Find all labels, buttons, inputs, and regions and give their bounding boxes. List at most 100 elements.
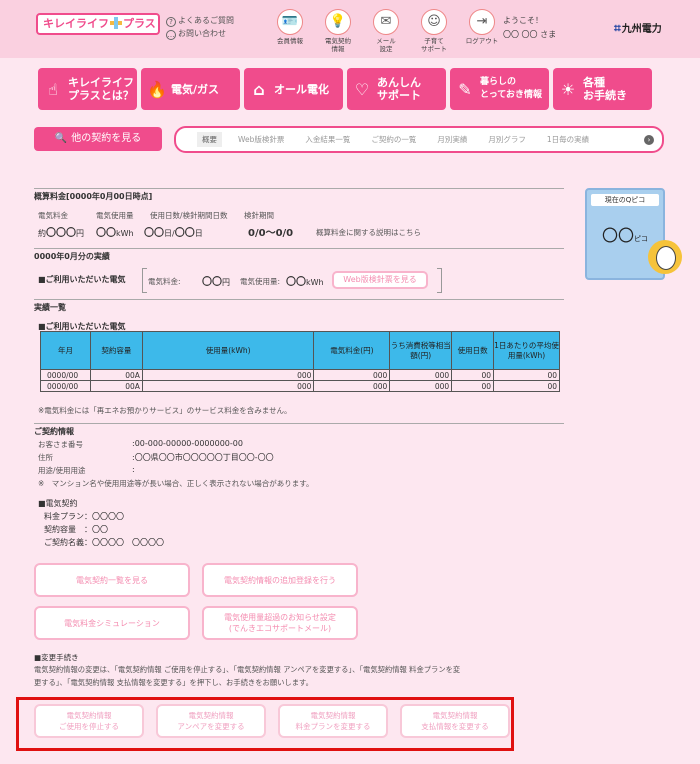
other-contracts-button[interactable]: 🔍 他の契約を見る bbox=[34, 127, 162, 151]
monthly-fee: 〇〇円 bbox=[202, 273, 230, 288]
nav-logout[interactable]: ⇥ ログアウト bbox=[458, 9, 506, 53]
monthly-usage-value: 〇〇 bbox=[286, 277, 306, 288]
estimate-days: 〇〇日/〇〇日 bbox=[144, 224, 203, 239]
bulb-icon: 💡 bbox=[325, 9, 351, 35]
monthly-subtitle: ■ご利用いただいた電気 bbox=[38, 275, 126, 284]
tab-bar: 概要 Web版検針票 入金結果一覧 ご契約の一覧 月別実績 月別グラフ 1日毎の… bbox=[174, 126, 664, 153]
main-nav-gas[interactable]: 🔥 電気/ガス bbox=[141, 68, 240, 110]
label-period: 検針期間 bbox=[244, 211, 274, 220]
th-tax: うち消費税等相当額(円) bbox=[389, 331, 453, 370]
customer-number: :00-000-00000-0000000-00 bbox=[132, 439, 243, 448]
nav-label: 電気契約 bbox=[325, 37, 351, 45]
chevron-right-icon[interactable]: › bbox=[644, 135, 654, 145]
tab-payment-results[interactable]: 入金結果一覧 bbox=[305, 134, 350, 145]
contract-list-button[interactable]: 電気契約一覧を見る bbox=[34, 563, 190, 597]
add-contract-button[interactable]: 電気契約情報の追加登録を行う bbox=[202, 563, 358, 597]
chat-icon: … bbox=[166, 30, 176, 40]
simulation-button[interactable]: 電気料金シミュレーション bbox=[34, 606, 190, 640]
qpico-title: 現在のQピコ bbox=[591, 194, 659, 206]
header: キレイライフ プラス ? よくあるご質問 … お問い合わせ 🪪 会員情報 💡 電気契約 情報… bbox=[0, 0, 700, 58]
contact-label: お問い合わせ bbox=[178, 29, 226, 38]
tab-summary[interactable]: 概要 bbox=[197, 132, 222, 147]
help-links: ? よくあるご質問 … お問い合わせ bbox=[166, 14, 234, 40]
cell: 00 bbox=[493, 380, 560, 392]
nav-label: 会員情報 bbox=[277, 37, 303, 45]
nav-childcare[interactable]: ☺ 子育て サポート bbox=[410, 9, 458, 53]
customer-label: お客さま番号 bbox=[38, 440, 83, 449]
days-unit: 日 bbox=[194, 229, 203, 238]
nav-label-2: お手続き bbox=[583, 89, 627, 102]
cell: 000 bbox=[389, 369, 453, 381]
company-logo[interactable]: ⌗九州電力 bbox=[614, 20, 662, 36]
main-nav-procedures[interactable]: ☀ 各種 お手続き bbox=[553, 68, 652, 110]
mascot-icon bbox=[648, 240, 686, 280]
contact-link[interactable]: … お問い合わせ bbox=[166, 27, 234, 40]
bracket-right bbox=[437, 268, 442, 293]
contract-title: ご契約情報 bbox=[34, 423, 564, 437]
mascot-face bbox=[656, 246, 676, 270]
other-contracts-label: 他の契約を見る bbox=[71, 133, 142, 144]
fee-unit: 円 bbox=[76, 229, 84, 238]
change-desc-2: 更する」、「電気契約情報 支払情報を変更する」を押下し、お手続きをお願いします。 bbox=[34, 678, 313, 687]
address-value: :〇〇県〇〇市〇〇〇〇〇丁目〇〇-〇〇 bbox=[132, 453, 274, 462]
nav-contract-info[interactable]: 💡 電気契約 情報 bbox=[314, 9, 362, 53]
main-nav-all-electric[interactable]: ⌂ オール電化 bbox=[244, 68, 343, 110]
estimate-title: 概算料金[0000年0月00日時点] bbox=[34, 188, 564, 202]
monthly-fee-unit: 円 bbox=[222, 278, 230, 287]
monthly-fee-label: 電気料金: bbox=[148, 277, 181, 286]
notify-label-2: (でんきエコサポートメール) bbox=[228, 624, 332, 633]
days-sep: 日/ bbox=[164, 229, 175, 238]
main-nav-support[interactable]: ♡ あんしん サポート bbox=[347, 68, 446, 110]
nav-label: 子育て bbox=[424, 37, 444, 45]
highlight-frame bbox=[16, 697, 514, 751]
main-nav-tips[interactable]: ✎ 暮らしの とっておき情報 bbox=[450, 68, 549, 110]
logo[interactable]: キレイライフ プラス bbox=[36, 13, 160, 35]
welcome-text: ようこそ！ bbox=[503, 16, 543, 25]
nav-label: 各種 bbox=[583, 76, 605, 89]
main-nav: ☝ キレイライフ プラスとは？ 🔥 電気/ガス ⌂ オール電化 ♡ あんしん サポート ✎ 暮… bbox=[38, 68, 652, 110]
cell: 000 bbox=[141, 369, 315, 381]
cell: 000 bbox=[313, 380, 391, 392]
tab-daily-results[interactable]: 1日毎の実績 bbox=[547, 134, 589, 145]
cell: 000 bbox=[141, 380, 315, 392]
web-bill-button[interactable]: Web版検針票を見る bbox=[332, 271, 428, 289]
holder-value: ご契約名義：〇〇〇〇 〇〇〇〇 bbox=[44, 538, 164, 547]
tab-monthly-results[interactable]: 月別実績 bbox=[437, 134, 467, 145]
th-fee: 電気料金(円) bbox=[313, 331, 391, 370]
hand-icon: ☝ bbox=[48, 79, 58, 99]
flame-icon: 🔥 bbox=[147, 79, 167, 99]
mail-icon: ✉ bbox=[373, 9, 399, 35]
results-table: 年月 契約容量 使用量(kWh) 電気料金(円) うち消費税等相当額(円) 使用… bbox=[40, 331, 560, 392]
label-usage: 電気使用量 bbox=[96, 211, 134, 220]
estimate-note-link[interactable]: 概算料金に関する説明はこちら bbox=[316, 227, 421, 238]
tab-contract-list[interactable]: ご契約の一覧 bbox=[371, 134, 416, 145]
qpico-unit: ピコ bbox=[634, 235, 648, 243]
monthly-usage-label: 電気使用量: bbox=[240, 277, 281, 286]
cell: 0000/00 bbox=[40, 369, 91, 381]
nav-label-2: 設定 bbox=[379, 45, 393, 53]
nav-label-2: プラスとは？ bbox=[68, 89, 134, 102]
logo-text: キレイライフ bbox=[43, 17, 109, 30]
tab-monthly-graph[interactable]: 月別グラフ bbox=[488, 134, 526, 145]
nav-label: キレイライフ bbox=[68, 76, 134, 89]
days-b: 〇〇 bbox=[174, 228, 195, 239]
nav-mail-settings[interactable]: ✉ メール 設定 bbox=[362, 9, 410, 53]
tab-web-bill[interactable]: Web版検針票 bbox=[238, 134, 284, 145]
nav-label: あんしん bbox=[377, 76, 421, 89]
main-nav-about[interactable]: ☝ キレイライフ プラスとは？ bbox=[38, 68, 137, 110]
baby-icon: ☺ bbox=[421, 9, 447, 35]
qpico-number: 〇〇 bbox=[601, 226, 634, 245]
th-usage: 使用量(kWh) bbox=[141, 331, 315, 370]
notify-label-1: 電気使用量超過のお知らせ設定 bbox=[224, 613, 336, 622]
faq-label: よくあるご質問 bbox=[178, 16, 234, 25]
nav-label-2: サポート bbox=[421, 45, 447, 53]
logout-icon: ⇥ bbox=[469, 9, 495, 35]
header-nav: 🪪 会員情報 💡 電気契約 情報 ✉ メール 設定 ☺ 子育て サポート ⇥ ログアウト bbox=[266, 9, 506, 53]
faq-link[interactable]: ? よくあるご質問 bbox=[166, 14, 234, 27]
nav-member-info[interactable]: 🪪 会員情報 bbox=[266, 9, 314, 53]
notify-setting-button[interactable]: 電気使用量超過のお知らせ設定 (でんきエコサポートメール) bbox=[202, 606, 358, 640]
company-name: 九州電力 bbox=[621, 24, 662, 35]
monthly-usage: 〇〇kWh bbox=[286, 273, 324, 288]
lightbulb-icon: ☀ bbox=[560, 79, 576, 99]
use-value: : bbox=[132, 465, 135, 474]
